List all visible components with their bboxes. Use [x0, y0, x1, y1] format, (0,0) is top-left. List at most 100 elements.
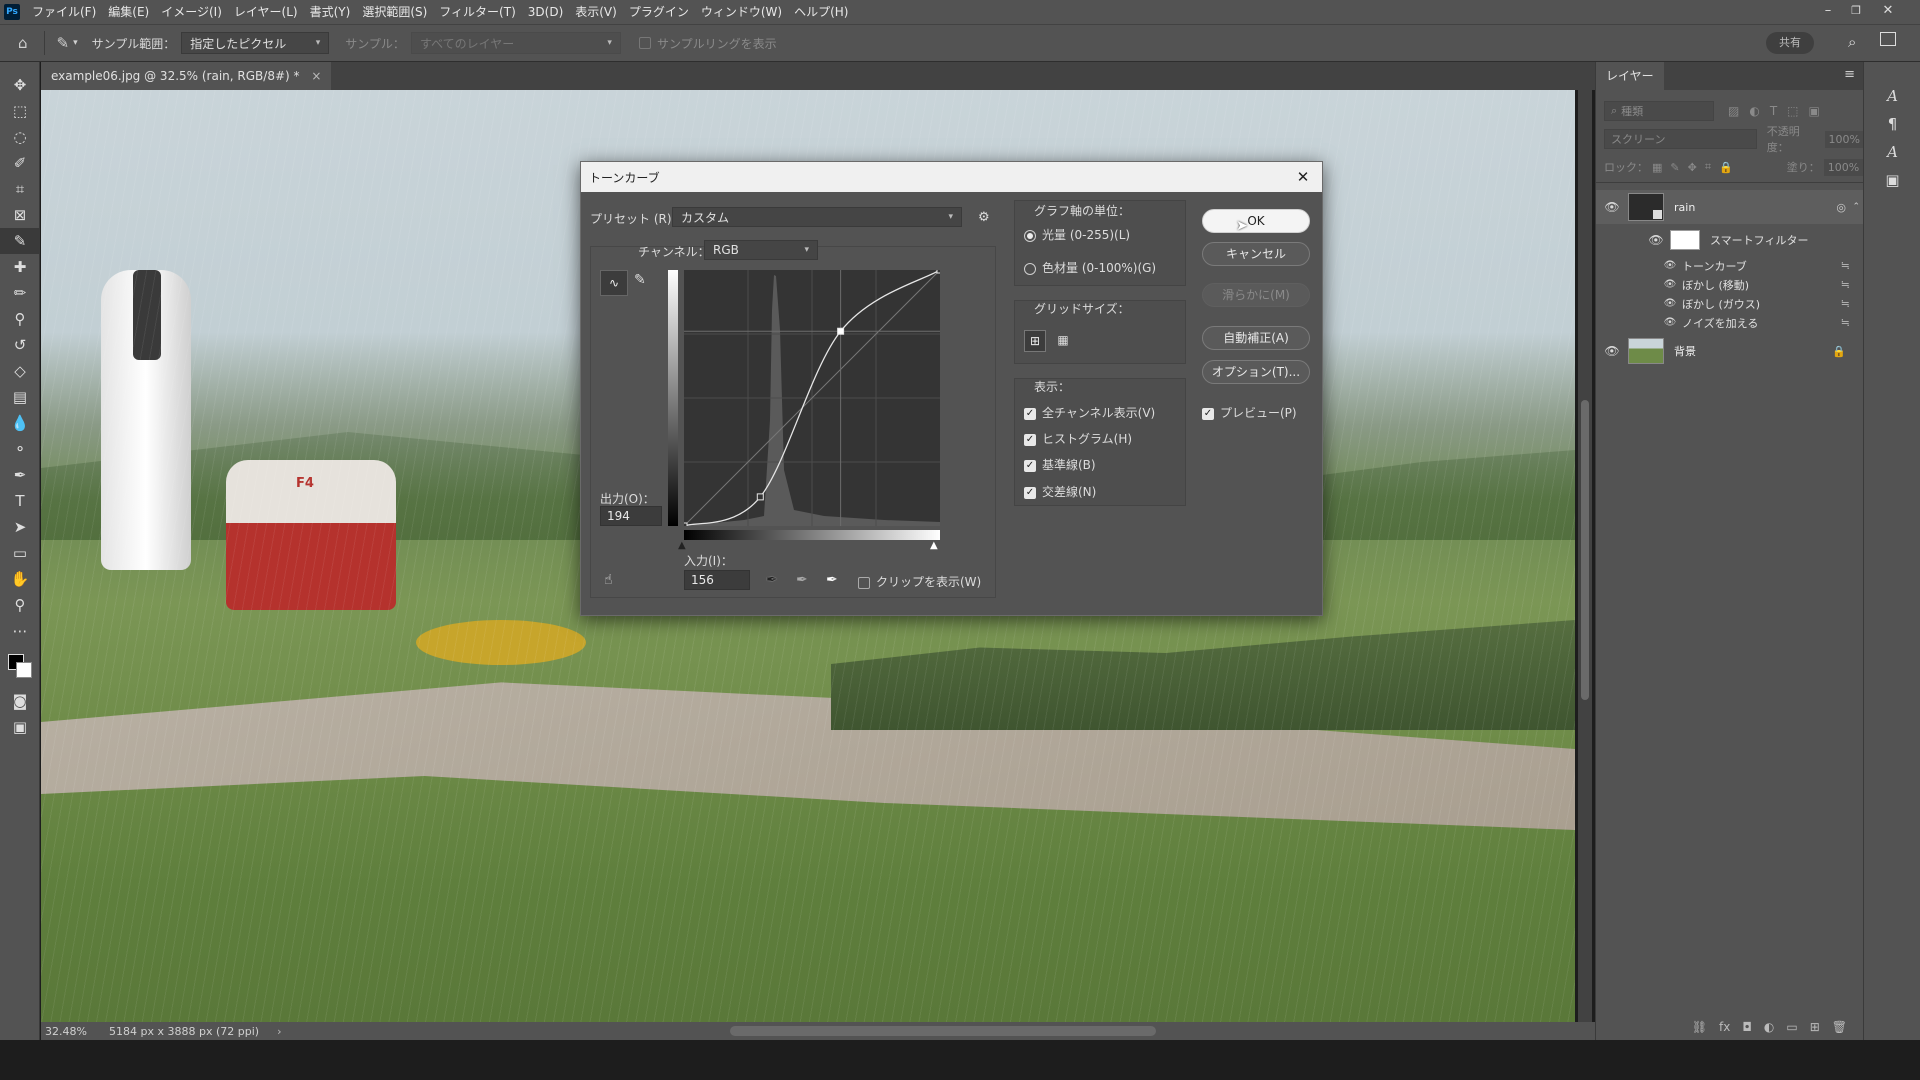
- new-layer-icon[interactable]: ⊞: [1810, 1020, 1820, 1034]
- chevron-down-icon[interactable]: ▾: [73, 38, 78, 48]
- curve-point[interactable]: [684, 522, 688, 526]
- lock-artboard-icon[interactable]: ⌗: [1705, 160, 1711, 174]
- zoom-tool-icon[interactable]: ⚲: [0, 592, 40, 618]
- path-select-tool-icon[interactable]: ➤: [0, 514, 40, 540]
- more-tools-icon[interactable]: ⋯: [0, 618, 40, 644]
- checkbox-histogram[interactable]: ✓: [1024, 433, 1036, 446]
- gear-icon[interactable]: ⚙: [978, 210, 990, 225]
- lock-all-icon[interactable]: 🔒: [1719, 161, 1733, 174]
- color-swatches[interactable]: [0, 644, 39, 688]
- healing-brush-tool-icon[interactable]: ✚: [0, 254, 40, 280]
- smart-filters-row[interactable]: 👁 スマートフィルター: [1596, 228, 1864, 252]
- menu-file[interactable]: ファイル(F): [26, 0, 102, 24]
- checkbox-all-channels[interactable]: ✓: [1024, 407, 1036, 420]
- close-tab-icon[interactable]: ×: [311, 69, 321, 83]
- menu-select[interactable]: 選択範囲(S): [356, 0, 433, 24]
- layer-row-rain[interactable]: 👁 rain ◎ ⌃: [1596, 190, 1864, 224]
- input-field[interactable]: 156: [684, 570, 750, 590]
- menu-help[interactable]: ヘルプ(H): [788, 0, 854, 24]
- smart-filter-indicator-icon[interactable]: ◎: [1836, 201, 1846, 214]
- blending-options-icon[interactable]: ≒: [1841, 316, 1850, 329]
- clone-stamp-tool-icon[interactable]: ⚲: [0, 306, 40, 332]
- filter-shape-icon[interactable]: ⬚: [1787, 104, 1798, 118]
- channel-select[interactable]: RGB ▾: [704, 240, 818, 260]
- crop-tool-icon[interactable]: ⌗: [0, 176, 40, 202]
- simple-grid-icon[interactable]: ⊞: [1024, 330, 1046, 352]
- visibility-eye-icon[interactable]: 👁: [1604, 344, 1620, 358]
- radio-light[interactable]: [1024, 229, 1036, 242]
- visibility-eye-icon[interactable]: 👁: [1662, 279, 1678, 290]
- marquee-tool-icon[interactable]: ⬚: [0, 98, 40, 124]
- close-icon[interactable]: ✕: [1292, 166, 1314, 188]
- cancel-button[interactable]: キャンセル: [1202, 242, 1310, 266]
- dialog-titlebar[interactable]: トーンカーブ ✕: [581, 162, 1322, 192]
- white-eyedropper-icon[interactable]: ✒: [826, 572, 838, 588]
- chevron-up-icon[interactable]: ⌃: [1852, 202, 1860, 212]
- eyedropper-tool-icon[interactable]: ✎: [0, 228, 40, 254]
- lock-pixels-icon[interactable]: ✎: [1670, 161, 1679, 174]
- visibility-eye-icon[interactable]: 👁: [1648, 233, 1664, 247]
- preview-checkbox[interactable]: ✓: [1202, 407, 1214, 420]
- axis-unit-option-light[interactable]: 光量 (0-255)(L): [1024, 226, 1130, 243]
- fx-icon[interactable]: fx: [1719, 1020, 1730, 1034]
- layer-filter-select[interactable]: ⌕ 種類: [1604, 101, 1714, 121]
- paragraph-panel-icon[interactable]: ¶: [1864, 110, 1920, 138]
- menu-image[interactable]: イメージ(I): [155, 0, 228, 24]
- opacity-field[interactable]: 100%: [1824, 130, 1864, 148]
- panel-menu-icon[interactable]: ≡: [1844, 67, 1855, 82]
- layer-name[interactable]: 背景: [1674, 343, 1696, 359]
- gradient-tool-icon[interactable]: ▤: [0, 384, 40, 410]
- quick-mask-icon[interactable]: ◙: [0, 688, 40, 714]
- add-mask-icon[interactable]: ◘: [1742, 1020, 1752, 1034]
- blur-tool-icon[interactable]: 💧: [0, 410, 40, 436]
- rectangle-tool-icon[interactable]: ▭: [0, 540, 40, 566]
- screen-mode-icon[interactable]: ▣: [0, 714, 40, 740]
- lock-transparency-icon[interactable]: ▦: [1652, 161, 1662, 174]
- curve-point-selected[interactable]: [837, 327, 845, 335]
- axis-unit-option-pigment[interactable]: 色材量 (0-100%)(G): [1024, 259, 1156, 276]
- preview-checkbox-row[interactable]: ✓ プレビュー(P): [1202, 404, 1297, 421]
- new-group-icon[interactable]: ▭: [1786, 1020, 1797, 1034]
- restore-button[interactable]: ❐: [1842, 0, 1870, 24]
- menu-3d[interactable]: 3D(D): [522, 0, 569, 24]
- curve-point[interactable]: [756, 493, 764, 501]
- visibility-eye-icon[interactable]: 👁: [1604, 200, 1620, 214]
- sample-select[interactable]: すべてのレイヤー ▾: [410, 32, 621, 54]
- ok-button[interactable]: OK: [1202, 209, 1310, 233]
- dodge-tool-icon[interactable]: ⚬: [0, 436, 40, 462]
- history-brush-tool-icon[interactable]: ↺: [0, 332, 40, 358]
- black-point-slider-icon[interactable]: ▲: [678, 540, 686, 551]
- eraser-tool-icon[interactable]: ◇: [0, 358, 40, 384]
- glyphs-panel-icon[interactable]: A: [1864, 138, 1920, 166]
- curve-graph[interactable]: [684, 270, 940, 526]
- minimize-button[interactable]: –: [1814, 0, 1842, 24]
- checkbox-intersection[interactable]: ✓: [1024, 486, 1036, 499]
- workspace-icon[interactable]: [1880, 32, 1896, 46]
- hand-tool-icon[interactable]: ✋: [0, 566, 40, 592]
- output-field[interactable]: 194: [600, 506, 662, 526]
- gray-eyedropper-icon[interactable]: ✒: [796, 572, 808, 588]
- menu-layer[interactable]: レイヤー(L): [228, 0, 304, 24]
- layer-name[interactable]: rain: [1674, 201, 1695, 214]
- filter-adjustment-icon[interactable]: ◐: [1749, 104, 1759, 118]
- vertical-scrollbar[interactable]: [1578, 90, 1592, 1022]
- horizontal-scroll-thumb[interactable]: [730, 1026, 1156, 1036]
- zoom-level[interactable]: 32.48%: [45, 1025, 105, 1038]
- smart-filter-item[interactable]: 👁 ノイズを加える ≒: [1596, 313, 1864, 332]
- home-icon[interactable]: ⌂: [18, 34, 28, 52]
- frame-tool-icon[interactable]: ⊠: [0, 202, 40, 228]
- radio-pigment[interactable]: [1024, 262, 1036, 275]
- show-ring-checkbox[interactable]: [638, 37, 651, 49]
- blending-options-icon[interactable]: ≒: [1841, 297, 1850, 310]
- target-adjust-tool-icon[interactable]: ☝: [604, 572, 613, 588]
- checkbox-baseline[interactable]: ✓: [1024, 459, 1036, 472]
- menu-view[interactable]: 表示(V): [569, 0, 623, 24]
- layers-tab[interactable]: レイヤー: [1596, 62, 1664, 90]
- character-panel-icon[interactable]: A: [1864, 82, 1920, 110]
- status-arrow-icon[interactable]: ›: [277, 1025, 281, 1038]
- curve-point-tool-icon[interactable]: ∿: [600, 270, 628, 296]
- menu-filter[interactable]: フィルター(T): [433, 0, 521, 24]
- share-button[interactable]: 共有: [1766, 32, 1814, 54]
- menu-window[interactable]: ウィンドウ(W): [695, 0, 788, 24]
- detailed-grid-icon[interactable]: ▦: [1052, 330, 1074, 352]
